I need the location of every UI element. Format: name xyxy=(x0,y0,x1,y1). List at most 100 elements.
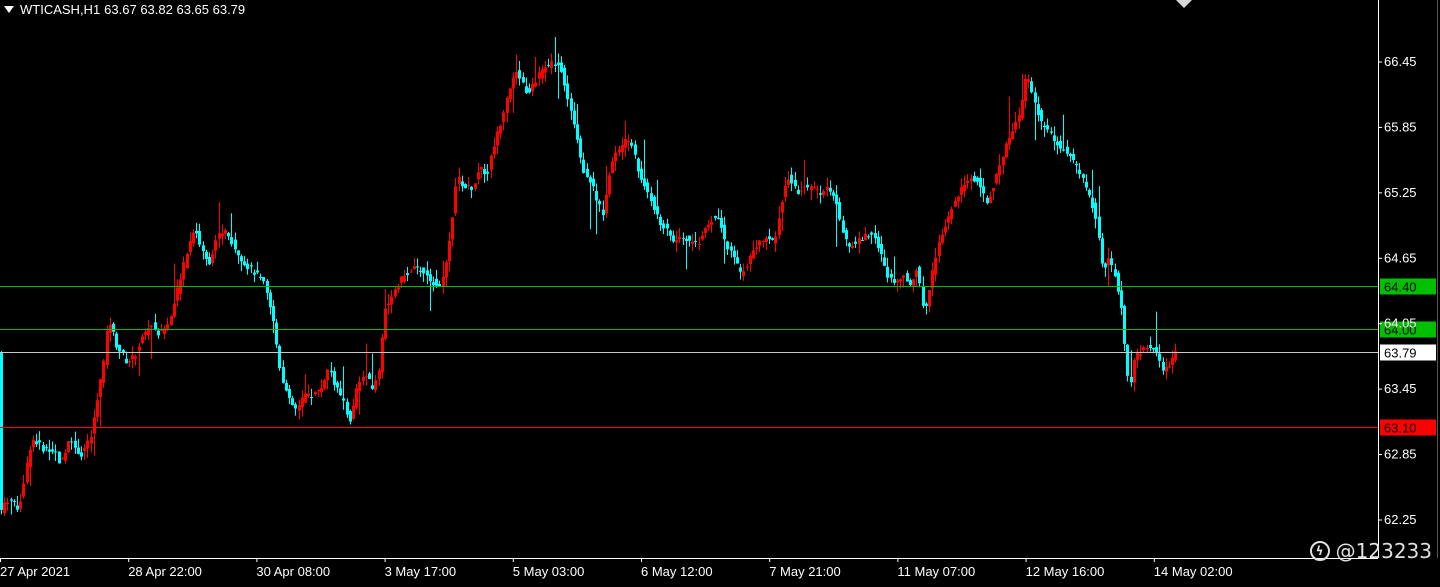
bear-candle xyxy=(870,232,873,235)
bear-candle xyxy=(262,277,265,282)
watermark-text: @123233 xyxy=(1335,539,1432,563)
bear-candle xyxy=(976,177,979,182)
bear-candle xyxy=(1162,362,1165,371)
price-chart[interactable]: 64.4064.0063.7963.10 62.2562.8563.4564.0… xyxy=(0,0,1440,587)
bear-candle xyxy=(291,398,294,406)
dropdown-triangle-icon[interactable] xyxy=(4,6,14,13)
bull-candle xyxy=(675,240,678,243)
bull-candle xyxy=(301,397,304,408)
bear-candle xyxy=(666,223,669,229)
bull-candle xyxy=(134,356,137,359)
bear-candle xyxy=(10,499,13,501)
bear-candle xyxy=(464,184,467,189)
bear-candle xyxy=(893,279,896,283)
bear-candle xyxy=(643,178,646,187)
bull-candle xyxy=(541,69,544,79)
chart-window[interactable]: 64.40 64.00 63.79 63.10 62.25 62.85 63.45 64.0… xyxy=(0,0,1440,587)
bull-candle xyxy=(214,240,217,251)
bear-candle xyxy=(58,451,61,464)
bear-candle xyxy=(1117,272,1120,292)
bull-candle xyxy=(707,224,710,228)
bear-candle xyxy=(259,276,262,278)
bear-candle xyxy=(0,352,3,510)
bear-candle xyxy=(557,62,560,66)
bull-candle xyxy=(816,189,819,191)
level-label: 63.79 xyxy=(1384,346,1417,361)
bull-candle xyxy=(387,303,390,306)
bull-candle xyxy=(1133,359,1136,383)
bull-candle xyxy=(454,186,457,214)
bull-candle xyxy=(970,178,973,182)
bull-candle xyxy=(173,303,176,317)
bear-candle xyxy=(419,270,422,272)
bear-candle xyxy=(368,373,371,380)
bull-candle xyxy=(499,125,502,134)
bear-candle xyxy=(275,322,278,345)
bull-candle xyxy=(531,84,534,92)
bull-candle xyxy=(826,186,829,190)
bear-candle xyxy=(1059,140,1062,149)
bull-candle xyxy=(742,271,745,277)
bear-candle xyxy=(525,86,528,93)
bear-candle xyxy=(432,282,435,286)
bull-candle xyxy=(995,173,998,184)
bear-candle xyxy=(256,270,259,273)
bull-candle xyxy=(90,437,93,444)
bull-candle xyxy=(394,289,397,297)
bear-candle xyxy=(570,98,573,111)
bull-candle xyxy=(381,337,384,373)
bull-candle xyxy=(864,233,867,241)
bull-candle xyxy=(605,194,608,214)
bear-candle xyxy=(470,186,473,190)
candles-layer xyxy=(0,36,1177,516)
bull-candle xyxy=(509,88,512,100)
bull-candle xyxy=(755,247,758,249)
price-tick-label: 64.05 xyxy=(1384,316,1417,331)
bull-candle xyxy=(538,72,541,79)
bear-candle xyxy=(1149,344,1152,349)
bear-candle xyxy=(1126,344,1129,376)
bear-candle xyxy=(598,201,601,205)
bull-candle xyxy=(515,71,518,79)
bear-candle xyxy=(973,175,976,182)
bear-candle xyxy=(406,273,409,276)
bear-candle xyxy=(685,238,688,242)
shift-marker-icon[interactable] xyxy=(1176,0,1192,8)
bull-candle xyxy=(624,138,627,148)
bull-candle xyxy=(221,233,224,237)
bull-candle xyxy=(950,209,953,220)
bear-candle xyxy=(646,182,649,193)
bull-candle xyxy=(800,190,803,192)
bull-candle xyxy=(362,376,365,381)
bear-candle xyxy=(845,230,848,240)
bear-candle xyxy=(125,358,128,364)
bull-candle xyxy=(490,155,493,171)
bull-candle xyxy=(390,296,393,305)
bear-candle xyxy=(733,250,736,258)
bear-candle xyxy=(723,224,726,240)
bear-candle xyxy=(586,168,589,178)
bull-candle xyxy=(32,439,35,448)
time-tick-label: 3 May 17:00 xyxy=(385,564,457,579)
bull-candle xyxy=(1165,366,1168,372)
bear-candle xyxy=(1072,153,1075,161)
bull-candle xyxy=(701,235,704,240)
bull-candle xyxy=(67,441,70,453)
bear-candle xyxy=(589,177,592,183)
bull-candle xyxy=(192,232,195,244)
bull-candle xyxy=(746,266,749,268)
price-tick-label: 64.65 xyxy=(1384,250,1417,265)
bear-candle xyxy=(486,171,489,174)
bull-candle xyxy=(963,184,966,192)
bear-candle xyxy=(832,192,835,196)
time-tick-label: 27 Apr 2021 xyxy=(0,564,70,579)
bear-candle xyxy=(435,278,438,286)
bear-candle xyxy=(794,179,797,187)
bull-candle xyxy=(1146,347,1149,350)
bear-candle xyxy=(243,261,246,266)
bear-candle xyxy=(528,88,531,93)
bull-candle xyxy=(307,393,310,397)
bull-candle xyxy=(781,202,784,213)
bear-candle xyxy=(595,191,598,201)
bull-candle xyxy=(784,185,787,198)
